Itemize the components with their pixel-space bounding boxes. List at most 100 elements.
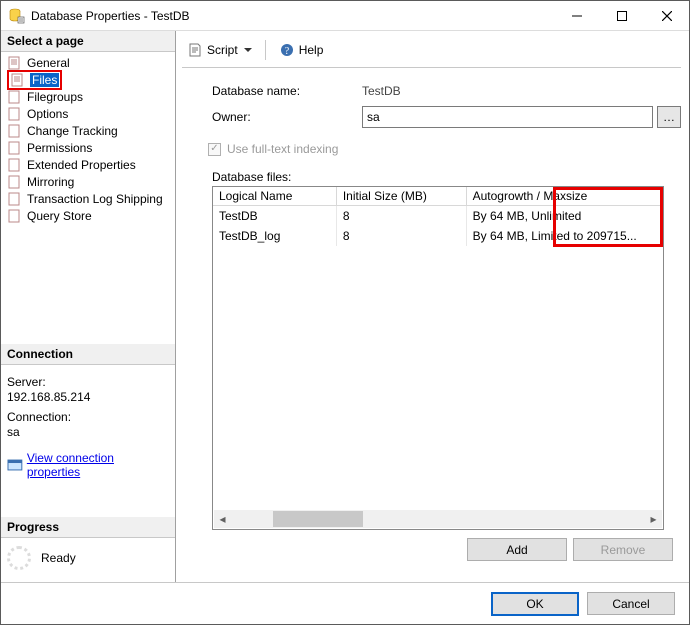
script-button[interactable]: Script	[182, 39, 257, 61]
page-files[interactable]: Files	[1, 71, 175, 88]
database-files-label: Database files:	[212, 170, 681, 184]
progress-status: Ready	[41, 551, 76, 565]
remove-button: Remove	[573, 538, 673, 561]
minimize-button[interactable]	[554, 1, 599, 30]
help-button[interactable]: ? Help	[274, 39, 329, 61]
page-icon	[7, 208, 23, 224]
page-icon	[7, 140, 23, 156]
cell-autogrowth: By 64 MB, Limited to 209715...	[466, 226, 663, 246]
scroll-track[interactable]	[231, 511, 645, 527]
page-icon	[7, 157, 23, 173]
add-label: Add	[506, 543, 527, 557]
page-general[interactable]: General	[1, 54, 175, 71]
page-label: General	[27, 56, 70, 70]
page-icon	[10, 72, 26, 88]
fulltext-label: Use full-text indexing	[227, 142, 338, 156]
connection-label: Connection:	[7, 410, 169, 424]
horizontal-scrollbar[interactable]: ◂ ▸	[214, 510, 662, 528]
ok-button[interactable]: OK	[491, 592, 579, 616]
page-label: Options	[27, 107, 68, 121]
page-change-tracking[interactable]: Change Tracking	[1, 122, 175, 139]
page-query-store[interactable]: Query Store	[1, 207, 175, 224]
page-label: Permissions	[27, 141, 92, 155]
close-button[interactable]	[644, 1, 689, 30]
help-label: Help	[299, 43, 324, 57]
page-options[interactable]: Options	[1, 105, 175, 122]
progress-spinner-icon	[7, 546, 31, 570]
script-icon	[187, 42, 203, 58]
page-icon	[7, 123, 23, 139]
properties-icon	[7, 457, 23, 473]
col-logical-name[interactable]: Logical Name	[213, 187, 336, 206]
cell-autogrowth: By 64 MB, Unlimited	[466, 206, 663, 227]
chevron-down-icon	[244, 48, 252, 52]
scroll-right-button[interactable]: ▸	[645, 511, 662, 527]
dbname-label: Database name:	[212, 84, 362, 98]
toolbar: Script ? Help	[182, 37, 681, 68]
toolbar-separator	[265, 40, 266, 60]
right-panel: Script ? Help Database name: TestDB Owne…	[176, 31, 689, 582]
col-autogrowth[interactable]: Autogrowth / Maxsize	[466, 187, 663, 206]
cancel-button[interactable]: Cancel	[587, 592, 675, 615]
progress-header: Progress	[1, 517, 175, 538]
ok-label: OK	[526, 597, 543, 611]
svg-text:?: ?	[284, 46, 289, 57]
page-label: Transaction Log Shipping	[27, 192, 163, 206]
dbname-value: TestDB	[362, 84, 401, 98]
server-label: Server:	[7, 375, 169, 389]
dialog-footer: OK Cancel	[1, 582, 689, 624]
add-button[interactable]: Add	[467, 538, 567, 561]
page-txlog-shipping[interactable]: Transaction Log Shipping	[1, 190, 175, 207]
page-label: Change Tracking	[27, 124, 118, 138]
page-icon	[7, 174, 23, 190]
window-title: Database Properties - TestDB	[31, 1, 554, 31]
fulltext-checkbox: ✓	[208, 143, 221, 156]
page-list: General Files Filegroups Options Change …	[1, 52, 175, 226]
table-row[interactable]: TestDB_log 8 By 64 MB, Limited to 209715…	[213, 226, 663, 246]
page-label: Extended Properties	[27, 158, 136, 172]
page-label: Query Store	[27, 209, 92, 223]
table-row[interactable]: TestDB 8 By 64 MB, Unlimited … \var\opt\…	[213, 206, 663, 227]
scroll-thumb[interactable]	[273, 511, 363, 527]
script-label: Script	[207, 43, 238, 57]
cell-size[interactable]: 8	[336, 226, 466, 246]
fulltext-checkbox-row: ✓ Use full-text indexing	[208, 142, 681, 156]
table-header-row: Logical Name Initial Size (MB) Autogrowt…	[213, 187, 663, 206]
page-label: Mirroring	[27, 175, 74, 189]
owner-browse-button[interactable]: …	[657, 106, 681, 128]
connection-body: Server: 192.168.85.214 Connection: sa Vi…	[1, 365, 175, 487]
col-initial-size[interactable]: Initial Size (MB)	[336, 187, 466, 206]
titlebar: Database Properties - TestDB	[1, 1, 689, 31]
page-extended-properties[interactable]: Extended Properties	[1, 156, 175, 173]
left-sidebar: Select a page General Files Filegroups O…	[1, 31, 176, 582]
view-connection-properties-link[interactable]: View connection properties	[7, 451, 169, 479]
owner-label: Owner:	[212, 110, 362, 124]
cell-logical: TestDB_log	[213, 226, 336, 246]
owner-input[interactable]	[362, 106, 653, 128]
page-label: Filegroups	[27, 90, 83, 104]
page-icon	[7, 55, 23, 71]
connection-value: sa	[7, 425, 169, 439]
server-value: 192.168.85.214	[7, 390, 169, 404]
page-icon	[7, 89, 23, 105]
pages-header: Select a page	[1, 31, 175, 52]
database-files-table: Logical Name Initial Size (MB) Autogrowt…	[212, 186, 664, 530]
link-label: View connection properties	[27, 451, 169, 479]
page-filegroups[interactable]: Filegroups	[1, 88, 175, 105]
help-icon: ?	[279, 42, 295, 58]
page-label: Files	[30, 73, 59, 87]
page-permissions[interactable]: Permissions	[1, 139, 175, 156]
connection-header: Connection	[1, 344, 175, 365]
cell-size[interactable]: 8	[336, 206, 466, 227]
page-icon	[7, 106, 23, 122]
progress-body: Ready	[1, 538, 175, 582]
page-mirroring[interactable]: Mirroring	[1, 173, 175, 190]
highlight-box: Files	[7, 70, 62, 90]
remove-label: Remove	[601, 543, 646, 557]
database-properties-icon	[9, 8, 25, 24]
page-icon	[7, 191, 23, 207]
cancel-label: Cancel	[612, 597, 649, 611]
maximize-button[interactable]	[599, 1, 644, 30]
cell-logical: TestDB	[213, 206, 336, 227]
scroll-left-button[interactable]: ◂	[214, 511, 231, 527]
